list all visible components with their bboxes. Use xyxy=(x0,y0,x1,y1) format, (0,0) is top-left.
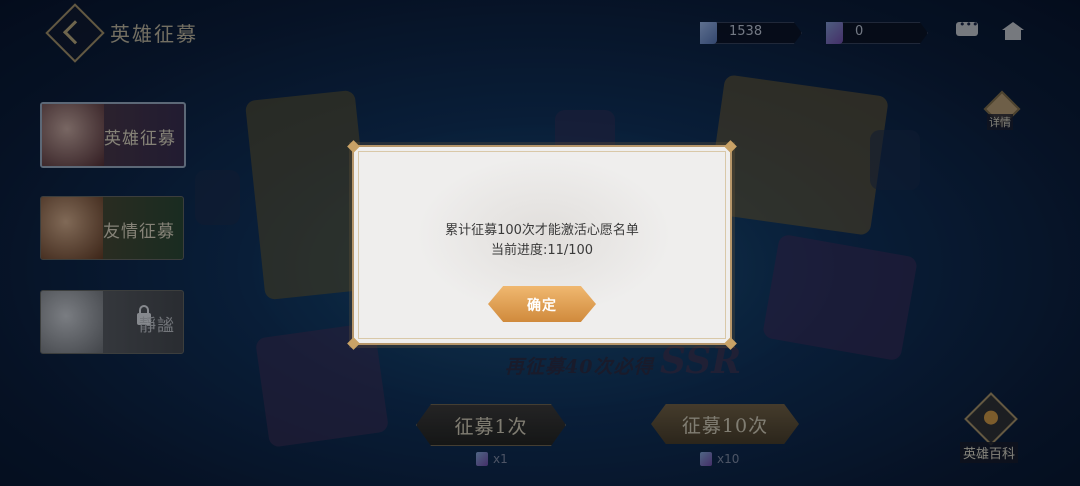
dialog-message: 累计征募100次才能激活心愿名单 当前进度:11/100 xyxy=(354,221,730,261)
dialog-message-line2: 当前进度:11/100 xyxy=(490,243,594,258)
confirm-button[interactable]: 确定 xyxy=(488,286,596,322)
notice-dialog: 累计征募100次才能激活心愿名单 当前进度:11/100 确定 xyxy=(347,140,737,350)
dialog-message-line1: 累计征募100次才能激活心愿名单 xyxy=(445,223,639,238)
confirm-button-label: 确定 xyxy=(527,298,557,314)
